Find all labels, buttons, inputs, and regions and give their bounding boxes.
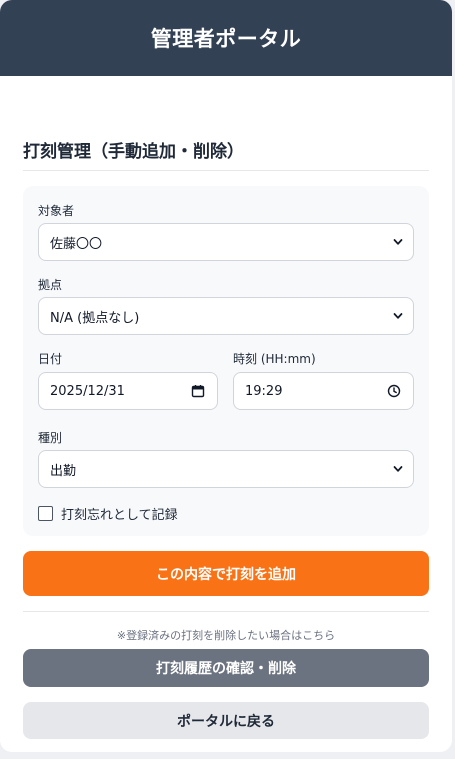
- clock-icon[interactable]: [387, 384, 401, 398]
- chevron-down-icon: [393, 313, 403, 319]
- form-panel: 対象者 佐藤〇〇 拠点 N/A (拠点なし) 日付 2025/12/31 時刻 …: [23, 186, 429, 536]
- date-label: 日付: [38, 352, 63, 366]
- back-to-portal-button[interactable]: ポータルに戻る: [23, 702, 429, 739]
- actions-divider: [23, 611, 429, 612]
- forgot-checkbox-label[interactable]: 打刻忘れとして記録: [61, 504, 178, 523]
- kind-select[interactable]: 出勤: [38, 450, 414, 488]
- page-title: 管理者ポータル: [150, 27, 302, 51]
- kind-select-value: 出勤: [50, 463, 77, 479]
- date-input[interactable]: 2025/12/31: [38, 372, 218, 410]
- target-select[interactable]: 佐藤〇〇: [38, 223, 414, 261]
- section-divider: [23, 170, 429, 171]
- target-label: 対象者: [38, 204, 75, 218]
- section-title: 打刻管理（手動追加・削除）: [23, 142, 244, 162]
- app-header: 管理者ポータル: [0, 0, 452, 76]
- time-label: 時刻 (HH:mm): [233, 352, 316, 366]
- calendar-icon[interactable]: [191, 384, 205, 398]
- add-punch-button[interactable]: この内容で打刻を追加: [23, 551, 429, 596]
- time-input[interactable]: 19:29: [233, 372, 414, 410]
- delete-note: ※登録済みの打刻を削除したい場合はこちら: [116, 629, 336, 642]
- chevron-down-icon: [393, 466, 403, 472]
- history-button[interactable]: 打刻履歴の確認・削除: [23, 649, 429, 687]
- location-select-value: N/A (拠点なし): [50, 310, 140, 326]
- forgot-checkbox[interactable]: [38, 506, 53, 521]
- target-select-value: 佐藤〇〇: [50, 236, 103, 252]
- forgot-checkbox-row[interactable]: 打刻忘れとして記録: [38, 504, 178, 523]
- chevron-down-icon: [393, 239, 403, 245]
- date-input-value: 2025/12/31: [50, 383, 125, 399]
- portal-card: 管理者ポータル 打刻管理（手動追加・削除） 対象者 佐藤〇〇 拠点 N/A (拠…: [0, 0, 452, 752]
- location-select[interactable]: N/A (拠点なし): [38, 297, 414, 335]
- location-label: 拠点: [38, 278, 63, 292]
- kind-label: 種別: [38, 431, 63, 445]
- time-input-value: 19:29: [245, 383, 283, 399]
